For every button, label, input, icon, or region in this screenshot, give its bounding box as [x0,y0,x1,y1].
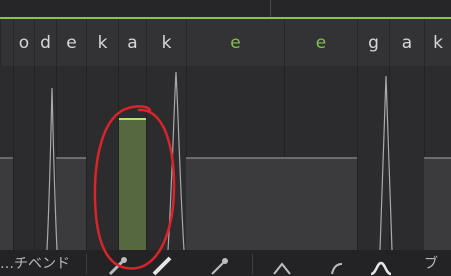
bell-curve-icon[interactable] [368,250,394,276]
spike-curve [379,75,393,250]
spike-curve [167,71,185,250]
lyric-cell[interactable]: a [118,19,146,66]
lyric-row: o d e k a k e e g a k [0,19,451,66]
lyric-cell[interactable]: a [389,19,424,66]
lyric-cell[interactable]: g [357,19,389,66]
pencil-icon[interactable] [104,250,132,276]
more-menu[interactable]: ブ [424,250,438,276]
lyric-cell[interactable]: e [284,19,357,66]
value-region [424,158,451,250]
parameter-editor[interactable] [0,66,451,250]
pencil-tool-icon[interactable] [148,250,176,276]
value-region [0,158,13,250]
timeline-ruler[interactable] [0,0,451,18]
triangle-wave-icon[interactable] [270,250,294,276]
lyric-cell[interactable]: k [424,19,451,66]
spike-curve [46,87,58,250]
value-region [56,158,86,250]
curve-icon[interactable] [326,250,346,276]
line-tool-icon[interactable] [206,250,234,276]
value-region [284,158,357,250]
blend-menu[interactable]: …チベンド [0,250,70,276]
timeline-marker [270,0,271,18]
toolbar: …チベンド ブ [0,250,451,276]
parameter-graph [0,66,451,250]
lyric-cell[interactable]: k [146,19,186,66]
lyric-cell[interactable]: d [34,19,56,66]
lyric-cell[interactable]: o [13,19,34,66]
lyric-cell[interactable] [0,19,13,66]
value-region [186,158,284,250]
lyric-cell[interactable]: k [86,19,118,66]
vocal-editor: o d e k a k e e g a k …チベンド ブ [0,0,451,276]
lyric-cell[interactable]: e [56,19,86,66]
lyric-cell[interactable]: e [186,19,284,66]
toolbar-divider [86,254,87,274]
selected-note-bar [119,119,146,250]
toolbar-divider [252,254,253,274]
